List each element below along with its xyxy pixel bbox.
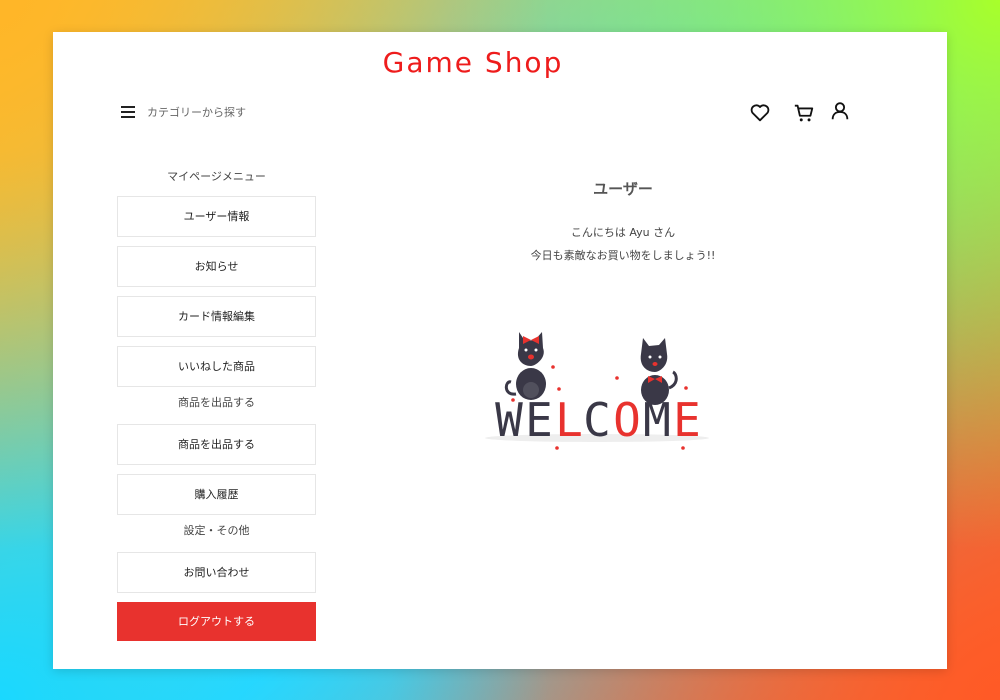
svg-text:C: C (583, 393, 611, 447)
main-content: ユーザー こんにちは Ayu さん 今日も素敵なお買い物をしましょう!! (473, 178, 773, 267)
greeting-message: 今日も素敵なお買い物をしましょう!! (530, 249, 716, 262)
menu-notifications[interactable]: お知らせ (117, 246, 316, 287)
svg-text:L: L (555, 393, 583, 447)
cart-icon[interactable] (793, 102, 815, 124)
site-logo[interactable]: Game Shop (53, 46, 893, 79)
svg-text:O: O (613, 393, 641, 447)
menu-user-info[interactable]: ユーザー情報 (117, 196, 316, 237)
svg-text:E: E (673, 393, 701, 447)
mypage-sidebar: マイページメニュー ユーザー情報 お知らせ カード情報編集 いいねした商品 商品… (117, 166, 316, 641)
page-frame: Game Shop カテゴリーから探す マイページメニュー ユーザー情報 お知ら… (53, 32, 947, 669)
heart-icon[interactable] (749, 102, 771, 124)
section-title-settings: 設定・その他 (183, 524, 250, 537)
logout-button[interactable]: ログアウトする (117, 602, 316, 641)
greeting-text: こんにちは Ayu さん (570, 226, 676, 239)
menu-contact[interactable]: お問い合わせ (117, 552, 316, 593)
section-title-sell: 商品を出品する (178, 396, 255, 409)
user-icon[interactable] (829, 100, 851, 122)
svg-text:W: W (495, 393, 523, 447)
menu-sell-item[interactable]: 商品を出品する (117, 424, 316, 465)
page-title: ユーザー (593, 180, 653, 198)
hamburger-icon[interactable] (121, 106, 135, 118)
svg-text:M: M (643, 393, 671, 447)
category-menu-label[interactable]: カテゴリーから探す (147, 104, 246, 120)
category-menu-toggle[interactable]: カテゴリーから探す (121, 104, 246, 120)
welcome-illustration: W E L C O M E (485, 332, 709, 450)
menu-purchase-history[interactable]: 購入履歴 (117, 474, 316, 515)
welcome-text-graphic: W E L C O M E (495, 393, 701, 447)
section-title-mypage: マイページメニュー (167, 170, 266, 183)
svg-text:E: E (525, 393, 553, 447)
left-cat-icon (504, 332, 561, 400)
menu-card-edit[interactable]: カード情報編集 (117, 296, 316, 337)
menu-liked-items[interactable]: いいねした商品 (117, 346, 316, 387)
